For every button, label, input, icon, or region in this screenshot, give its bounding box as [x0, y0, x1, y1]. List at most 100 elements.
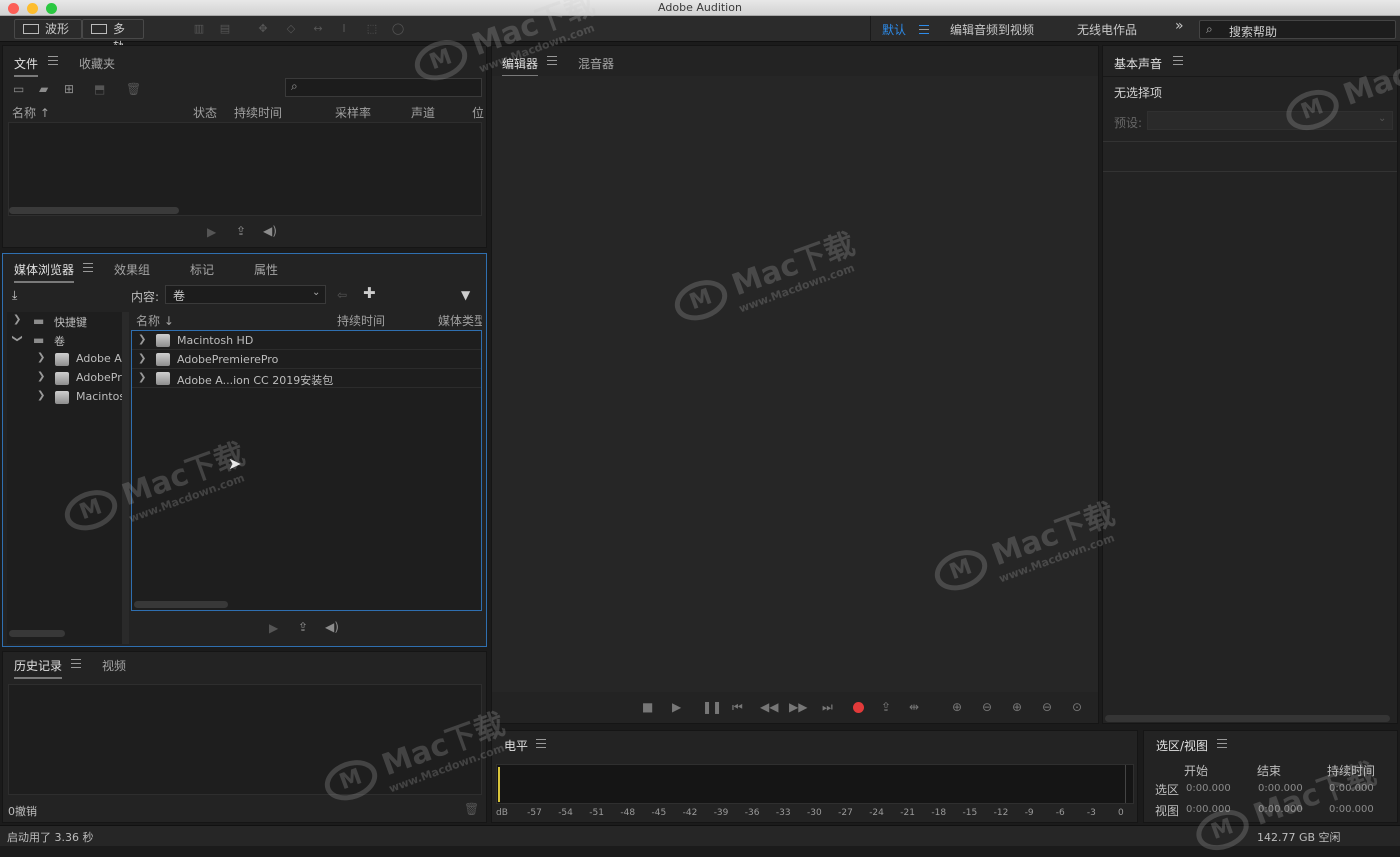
column-bit-depth[interactable]: 位 — [472, 104, 484, 121]
chevron-right-icon[interactable]: ❯ — [37, 352, 45, 363]
play-preview-icon[interactable]: ▶ — [207, 225, 216, 239]
tree-shortcuts[interactable]: 快捷键 — [54, 314, 87, 330]
selection-view-title[interactable]: 选区/视图 — [1156, 737, 1208, 754]
save-file-icon[interactable]: ⬒ — [94, 82, 105, 96]
editor-canvas[interactable] — [492, 76, 1098, 692]
essential-sound-menu-icon[interactable] — [1173, 56, 1183, 65]
auto-play-icon[interactable]: ◀) — [325, 620, 339, 634]
tab-properties[interactable]: 属性 — [254, 261, 278, 278]
selection-duration[interactable]: 0:00.000 — [1329, 783, 1374, 794]
razor-tool-icon[interactable]: ◇ — [284, 22, 298, 36]
history-list[interactable] — [8, 684, 482, 795]
tab-favorites[interactable]: 收藏夹 — [79, 55, 115, 72]
open-file-icon[interactable]: ▭ — [13, 82, 24, 96]
column-status[interactable]: 状态 — [193, 104, 217, 121]
move-tool-icon[interactable]: ✥ — [256, 22, 270, 36]
lasso-tool-icon[interactable]: ◯ — [391, 22, 405, 36]
loop-playback-icon[interactable]: ⇪ — [881, 700, 891, 714]
stop-icon[interactable]: ■ — [642, 700, 653, 714]
loop-preview-icon[interactable]: ⇪ — [298, 620, 308, 634]
workspace-radio-production[interactable]: 无线电作品 — [1077, 21, 1137, 38]
tab-mixer[interactable]: 混音器 — [578, 55, 614, 72]
rewind-icon[interactable]: ◀◀ — [760, 700, 778, 714]
view-start[interactable]: 0:00.000 — [1186, 804, 1231, 815]
essential-sound-title[interactable]: 基本声音 — [1114, 55, 1162, 75]
media-panel-menu-icon[interactable] — [83, 263, 93, 272]
record-button[interactable] — [853, 702, 864, 713]
delete-file-icon[interactable]: 🗑 — [126, 82, 141, 96]
chevron-right-icon[interactable]: ❯ — [13, 314, 21, 325]
tab-editor[interactable]: 编辑器 — [502, 55, 539, 77]
workspace-menu-icon[interactable] — [919, 25, 929, 34]
files-search-input[interactable]: ⌕ — [285, 78, 482, 97]
panel-splitter[interactable] — [122, 312, 129, 644]
chevron-right-icon[interactable]: ❯ — [138, 372, 146, 383]
tab-media-browser[interactable]: 媒体浏览器 — [14, 261, 75, 283]
column-name[interactable]: 名称 ↓ — [136, 312, 174, 329]
files-list[interactable] — [8, 122, 482, 216]
skip-selection-icon[interactable]: ⇹ — [909, 700, 919, 714]
files-panel-menu-icon[interactable] — [48, 56, 58, 65]
files-horizontal-scrollbar[interactable] — [9, 207, 179, 214]
column-media-type[interactable]: 媒体类型 — [438, 312, 482, 329]
media-file-list[interactable]: ❯ Macintosh HD ❯ AdobePremierePro ❯ Adob… — [131, 330, 482, 611]
list-horizontal-scrollbar[interactable] — [134, 601, 228, 608]
tab-effects-rack[interactable]: 效果组 — [114, 261, 150, 278]
levels-panel-menu-icon[interactable] — [536, 739, 546, 748]
workspace-edit-to-video[interactable]: 编辑音频到视频 — [950, 21, 1034, 38]
column-duration[interactable]: 持续时间 — [234, 104, 282, 121]
zoom-in-amplitude-icon[interactable]: ⊕ — [952, 700, 962, 714]
tab-markers[interactable]: 标记 — [190, 261, 214, 278]
selection-end[interactable]: 0:00.000 — [1258, 783, 1303, 794]
zoom-full-icon[interactable]: ⊙ — [1072, 700, 1082, 714]
column-sample-rate[interactable]: 采样率 — [335, 104, 371, 121]
tree-volume-item[interactable]: AdobePre — [76, 371, 128, 384]
spectral-display-icon[interactable]: ▥ — [192, 22, 206, 36]
slip-tool-icon[interactable]: ↔ — [311, 22, 325, 36]
waveform-view-button[interactable]: 波形 — [14, 19, 82, 39]
chevron-right-icon[interactable]: ❯ — [138, 334, 146, 345]
tree-volume-item[interactable]: Macintos — [76, 390, 125, 403]
import-file-icon[interactable]: ▰ — [39, 82, 48, 96]
essential-sound-scrollbar[interactable] — [1105, 715, 1390, 722]
view-duration[interactable]: 0:00.000 — [1329, 804, 1374, 815]
skip-to-start-icon[interactable]: ⏮ — [732, 700, 743, 714]
zoom-out-amplitude-icon[interactable]: ⊖ — [982, 700, 992, 714]
column-name[interactable]: 名称 ↑ — [12, 104, 50, 121]
add-shortcut-icon[interactable]: ✚ — [363, 286, 376, 301]
chevron-right-icon[interactable]: ❯ — [138, 353, 146, 364]
tree-volume-item[interactable]: Adobe Au — [76, 352, 129, 365]
list-item[interactable]: ❯ AdobePremierePro — [132, 350, 481, 369]
marquee-tool-icon[interactable]: ⬚ — [365, 22, 379, 36]
zoom-out-time-icon[interactable]: ⊖ — [1042, 700, 1052, 714]
import-icon[interactable]: ⤓ — [12, 288, 17, 302]
more-workspaces-icon[interactable]: » — [1175, 18, 1184, 34]
content-dropdown[interactable]: 卷 ⌄ — [165, 285, 326, 304]
list-item[interactable]: ❯ Macintosh HD — [132, 331, 481, 350]
levels-title[interactable]: 电平 — [504, 737, 528, 754]
tab-files[interactable]: 文件 — [14, 55, 39, 77]
selection-start[interactable]: 0:00.000 — [1186, 783, 1231, 794]
chevron-down-icon[interactable]: ❯ — [12, 334, 23, 342]
selection-panel-menu-icon[interactable] — [1217, 739, 1227, 748]
pause-icon[interactable]: ❚❚ — [702, 700, 722, 714]
trash-icon[interactable]: 🗑 — [464, 802, 479, 816]
fast-forward-icon[interactable]: ▶▶ — [789, 700, 807, 714]
chevron-right-icon[interactable]: ❯ — [37, 390, 45, 401]
chevron-right-icon[interactable]: ❯ — [37, 371, 45, 382]
filter-icon[interactable]: ▼ — [461, 288, 470, 302]
play-icon[interactable]: ▶ — [672, 700, 681, 714]
tree-volumes[interactable]: 卷 — [54, 333, 65, 349]
zoom-in-time-icon[interactable]: ⊕ — [1012, 700, 1022, 714]
column-duration[interactable]: 持续时间 — [337, 312, 385, 329]
list-item[interactable]: ❯ Adobe A...ion CC 2019安装包 — [132, 369, 481, 388]
tab-video[interactable]: 视频 — [102, 657, 126, 674]
loop-preview-icon[interactable]: ⇪ — [236, 224, 246, 238]
play-preview-icon[interactable]: ▶ — [269, 621, 278, 635]
view-end[interactable]: 0:00.000 — [1258, 804, 1303, 815]
editor-panel-menu-icon[interactable] — [547, 56, 557, 65]
skip-to-end-icon[interactable]: ⏭ — [822, 700, 833, 714]
media-tree[interactable]: ❯ ▬ 快捷键 ❯ ▬ 卷 ❯ Adobe Au ❯ AdobePre ❯ Ma… — [7, 312, 129, 644]
help-search-field[interactable]: ⌕ 搜索帮助 — [1199, 20, 1396, 39]
preset-dropdown[interactable]: ⌄ — [1147, 111, 1393, 130]
